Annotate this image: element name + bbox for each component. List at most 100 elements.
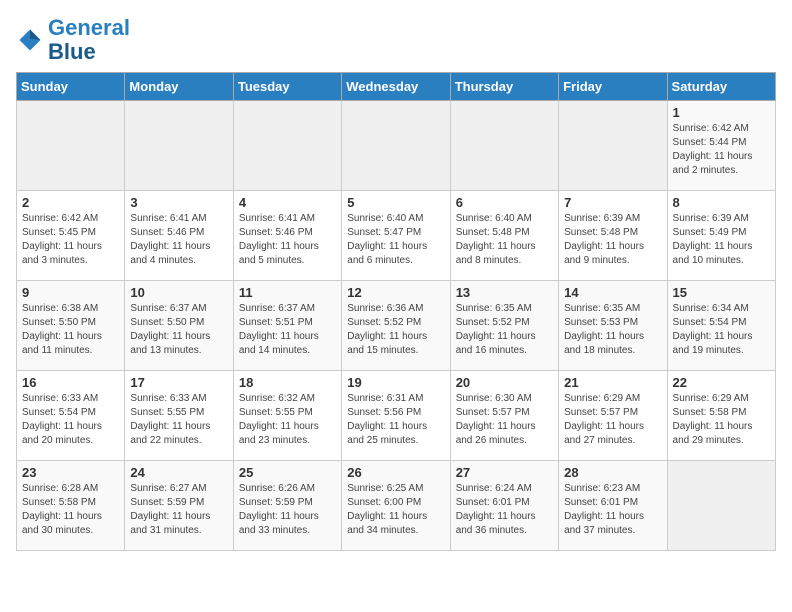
- logo-icon: [16, 26, 44, 54]
- day-info: Sunrise: 6:26 AM Sunset: 5:59 PM Dayligh…: [239, 482, 336, 538]
- header-thursday: Thursday: [450, 73, 558, 101]
- day-info: Sunrise: 6:41 AM Sunset: 5:46 PM Dayligh…: [130, 212, 227, 268]
- page-header: GeneralBlue: [16, 16, 776, 64]
- week-row-3: 9 Sunrise: 6:38 AM Sunset: 5:50 PM Daylig…: [17, 281, 776, 371]
- day-cell: 23 Sunrise: 6:28 AM Sunset: 5:58 PM Dayli…: [17, 461, 125, 551]
- day-number: 2: [22, 195, 119, 210]
- day-number: 3: [130, 195, 227, 210]
- day-info: Sunrise: 6:31 AM Sunset: 5:56 PM Dayligh…: [347, 392, 444, 448]
- calendar-table: SundayMondayTuesdayWednesdayThursdayFrid…: [16, 72, 776, 551]
- day-cell: [17, 101, 125, 191]
- day-number: 14: [564, 285, 661, 300]
- day-cell: 27 Sunrise: 6:24 AM Sunset: 6:01 PM Dayli…: [450, 461, 558, 551]
- day-info: Sunrise: 6:36 AM Sunset: 5:52 PM Dayligh…: [347, 302, 444, 358]
- week-row-5: 23 Sunrise: 6:28 AM Sunset: 5:58 PM Dayli…: [17, 461, 776, 551]
- day-number: 21: [564, 375, 661, 390]
- day-cell: 8 Sunrise: 6:39 AM Sunset: 5:49 PM Daylig…: [667, 191, 775, 281]
- day-info: Sunrise: 6:33 AM Sunset: 5:54 PM Dayligh…: [22, 392, 119, 448]
- day-cell: 11 Sunrise: 6:37 AM Sunset: 5:51 PM Dayli…: [233, 281, 341, 371]
- day-cell: 22 Sunrise: 6:29 AM Sunset: 5:58 PM Dayli…: [667, 371, 775, 461]
- day-number: 11: [239, 285, 336, 300]
- header-saturday: Saturday: [667, 73, 775, 101]
- day-number: 27: [456, 465, 553, 480]
- day-cell: [559, 101, 667, 191]
- day-info: Sunrise: 6:40 AM Sunset: 5:47 PM Dayligh…: [347, 212, 444, 268]
- day-info: Sunrise: 6:39 AM Sunset: 5:48 PM Dayligh…: [564, 212, 661, 268]
- day-number: 22: [673, 375, 770, 390]
- header-wednesday: Wednesday: [342, 73, 450, 101]
- day-cell: 17Sunrise: 6:33 AM Sunset: 5:55 PM Dayli…: [125, 371, 233, 461]
- day-info: Sunrise: 6:38 AM Sunset: 5:50 PM Dayligh…: [22, 302, 119, 358]
- day-cell: 14 Sunrise: 6:35 AM Sunset: 5:53 PM Dayli…: [559, 281, 667, 371]
- day-number: 28: [564, 465, 661, 480]
- day-number: 4: [239, 195, 336, 210]
- day-number: 19: [347, 375, 444, 390]
- day-info: Sunrise: 6:29 AM Sunset: 5:57 PM Dayligh…: [564, 392, 661, 448]
- day-cell: [667, 461, 775, 551]
- day-cell: 16 Sunrise: 6:33 AM Sunset: 5:54 PM Dayli…: [17, 371, 125, 461]
- header-tuesday: Tuesday: [233, 73, 341, 101]
- day-number: 17: [130, 375, 227, 390]
- day-cell: 3 Sunrise: 6:41 AM Sunset: 5:46 PM Daylig…: [125, 191, 233, 281]
- logo-text: GeneralBlue: [48, 16, 130, 64]
- day-number: 6: [456, 195, 553, 210]
- day-cell: 13 Sunrise: 6:35 AM Sunset: 5:52 PM Dayli…: [450, 281, 558, 371]
- day-cell: 19 Sunrise: 6:31 AM Sunset: 5:56 PM Dayli…: [342, 371, 450, 461]
- header-sunday: Sunday: [17, 73, 125, 101]
- day-number: 8: [673, 195, 770, 210]
- day-cell: 28 Sunrise: 6:23 AM Sunset: 6:01 PM Dayli…: [559, 461, 667, 551]
- day-cell: 9 Sunrise: 6:38 AM Sunset: 5:50 PM Daylig…: [17, 281, 125, 371]
- day-info: Sunrise: 6:35 AM Sunset: 5:53 PM Dayligh…: [564, 302, 661, 358]
- logo: GeneralBlue: [16, 16, 130, 64]
- day-cell: 20 Sunrise: 6:30 AM Sunset: 5:57 PM Dayli…: [450, 371, 558, 461]
- day-info: Sunrise: 6:30 AM Sunset: 5:57 PM Dayligh…: [456, 392, 553, 448]
- day-info: Sunrise: 6:32 AM Sunset: 5:55 PM Dayligh…: [239, 392, 336, 448]
- day-info: Sunrise: 6:42 AM Sunset: 5:44 PM Dayligh…: [673, 122, 770, 178]
- day-info: Sunrise: 6:37 AM Sunset: 5:50 PM Dayligh…: [130, 302, 227, 358]
- week-row-4: 16 Sunrise: 6:33 AM Sunset: 5:54 PM Dayli…: [17, 371, 776, 461]
- day-cell: 12 Sunrise: 6:36 AM Sunset: 5:52 PM Dayli…: [342, 281, 450, 371]
- day-cell: 6 Sunrise: 6:40 AM Sunset: 5:48 PM Daylig…: [450, 191, 558, 281]
- day-cell: [450, 101, 558, 191]
- day-number: 15: [673, 285, 770, 300]
- day-number: 20: [456, 375, 553, 390]
- day-cell: [125, 101, 233, 191]
- day-number: 23: [22, 465, 119, 480]
- day-info: Sunrise: 6:35 AM Sunset: 5:52 PM Dayligh…: [456, 302, 553, 358]
- day-number: 24: [130, 465, 227, 480]
- day-info: Sunrise: 6:29 AM Sunset: 5:58 PM Dayligh…: [673, 392, 770, 448]
- day-info: Sunrise: 6:28 AM Sunset: 5:58 PM Dayligh…: [22, 482, 119, 538]
- day-number: 9: [22, 285, 119, 300]
- day-info: Sunrise: 6:39 AM Sunset: 5:49 PM Dayligh…: [673, 212, 770, 268]
- day-number: 10: [130, 285, 227, 300]
- day-info: Sunrise: 6:34 AM Sunset: 5:54 PM Dayligh…: [673, 302, 770, 358]
- day-info: Sunrise: 6:23 AM Sunset: 6:01 PM Dayligh…: [564, 482, 661, 538]
- header-monday: Monday: [125, 73, 233, 101]
- day-cell: 2 Sunrise: 6:42 AM Sunset: 5:45 PM Daylig…: [17, 191, 125, 281]
- day-number: 7: [564, 195, 661, 210]
- day-cell: [233, 101, 341, 191]
- day-cell: 4Sunrise: 6:41 AM Sunset: 5:46 PM Daylig…: [233, 191, 341, 281]
- day-number: 18: [239, 375, 336, 390]
- day-cell: 7 Sunrise: 6:39 AM Sunset: 5:48 PM Daylig…: [559, 191, 667, 281]
- day-cell: 18 Sunrise: 6:32 AM Sunset: 5:55 PM Dayli…: [233, 371, 341, 461]
- day-number: 12: [347, 285, 444, 300]
- day-cell: 5Sunrise: 6:40 AM Sunset: 5:47 PM Daylig…: [342, 191, 450, 281]
- day-number: 16: [22, 375, 119, 390]
- day-cell: 10 Sunrise: 6:37 AM Sunset: 5:50 PM Dayli…: [125, 281, 233, 371]
- week-row-1: 1 Sunrise: 6:42 AM Sunset: 5:44 PM Daylig…: [17, 101, 776, 191]
- day-info: Sunrise: 6:37 AM Sunset: 5:51 PM Dayligh…: [239, 302, 336, 358]
- day-number: 1: [673, 105, 770, 120]
- day-info: Sunrise: 6:42 AM Sunset: 5:45 PM Dayligh…: [22, 212, 119, 268]
- day-number: 25: [239, 465, 336, 480]
- day-info: Sunrise: 6:40 AM Sunset: 5:48 PM Dayligh…: [456, 212, 553, 268]
- day-number: 26: [347, 465, 444, 480]
- calendar-header-row: SundayMondayTuesdayWednesdayThursdayFrid…: [17, 73, 776, 101]
- day-number: 13: [456, 285, 553, 300]
- day-info: Sunrise: 6:27 AM Sunset: 5:59 PM Dayligh…: [130, 482, 227, 538]
- day-cell: 21 Sunrise: 6:29 AM Sunset: 5:57 PM Dayli…: [559, 371, 667, 461]
- day-cell: 24 Sunrise: 6:27 AM Sunset: 5:59 PM Dayli…: [125, 461, 233, 551]
- day-cell: 1 Sunrise: 6:42 AM Sunset: 5:44 PM Daylig…: [667, 101, 775, 191]
- week-row-2: 2 Sunrise: 6:42 AM Sunset: 5:45 PM Daylig…: [17, 191, 776, 281]
- day-info: Sunrise: 6:24 AM Sunset: 6:01 PM Dayligh…: [456, 482, 553, 538]
